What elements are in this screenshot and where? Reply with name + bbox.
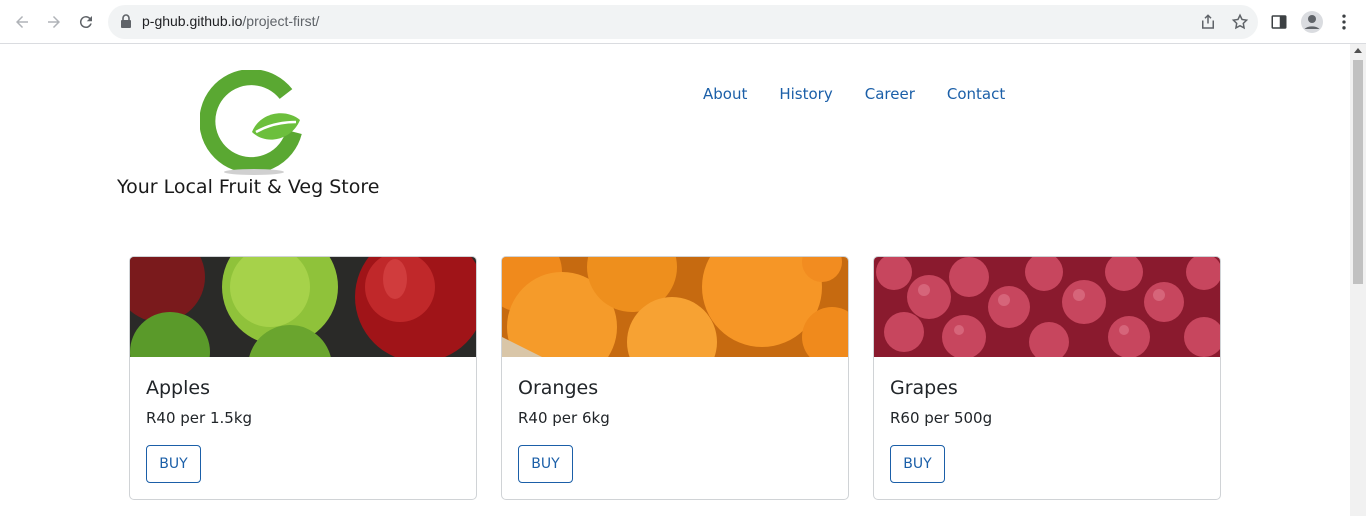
product-name: Apples [146,377,210,399]
store-logo [200,70,302,175]
oranges-image [502,257,848,357]
lock-icon [121,14,131,28]
nav-link-career[interactable]: Career [865,85,915,103]
address-bar[interactable]: p-ghub.github.io/project-first/ [108,5,1258,39]
scrollbar-thumb[interactable] [1353,60,1363,284]
product-card-oranges: Oranges R40 per 6kg BUY [501,256,849,500]
product-price: R40 per 1.5kg [146,409,253,427]
nav-link-about[interactable]: About [703,85,747,103]
apples-image [130,257,476,357]
vertical-scrollbar[interactable] [1350,44,1366,516]
menu-icon [1342,14,1346,30]
share-icon [1202,14,1214,29]
profile-icon [1301,11,1323,33]
grapes-image [874,257,1220,357]
back-button[interactable] [8,8,36,36]
web-page: Your Local Fruit & Veg Store About Histo… [0,44,1350,516]
browser-toolbar: p-ghub.github.io/project-first/ [0,0,1366,44]
forward-button[interactable] [40,8,68,36]
menu-button[interactable] [1332,10,1356,34]
profile-button[interactable] [1300,10,1324,34]
buy-button-grapes[interactable]: BUY [890,445,945,483]
product-price: R40 per 6kg [518,409,610,427]
reload-button[interactable] [72,8,100,36]
side-panel-button[interactable] [1267,10,1291,34]
scroll-up-icon[interactable] [1354,48,1362,53]
forward-icon [48,16,60,28]
nav-link-contact[interactable]: Contact [947,85,1005,103]
main-nav: About History Career Contact [703,85,1037,103]
reload-icon [79,16,92,29]
product-card-grapes: Grapes R60 per 500g BUY [873,256,1221,500]
star-icon [1231,13,1249,30]
share-button[interactable] [1198,12,1218,32]
product-card-apples: Apples R40 per 1.5kg BUY [129,256,477,500]
back-icon [16,16,28,28]
bookmark-button[interactable] [1230,12,1250,32]
url-host: p-ghub.github.io [142,13,243,29]
product-name: Oranges [518,377,599,399]
nav-link-history[interactable]: History [779,85,832,103]
url-text: p-ghub.github.io/project-first/ [142,13,319,29]
buy-button-oranges[interactable]: BUY [518,445,573,483]
product-price: R60 per 500g [890,409,993,427]
url-path: /project-first/ [242,13,320,29]
store-tagline: Your Local Fruit & Veg Store [117,176,380,198]
product-name: Grapes [890,377,958,399]
buy-button-apples[interactable]: BUY [146,445,201,483]
side-panel-icon [1271,15,1287,29]
